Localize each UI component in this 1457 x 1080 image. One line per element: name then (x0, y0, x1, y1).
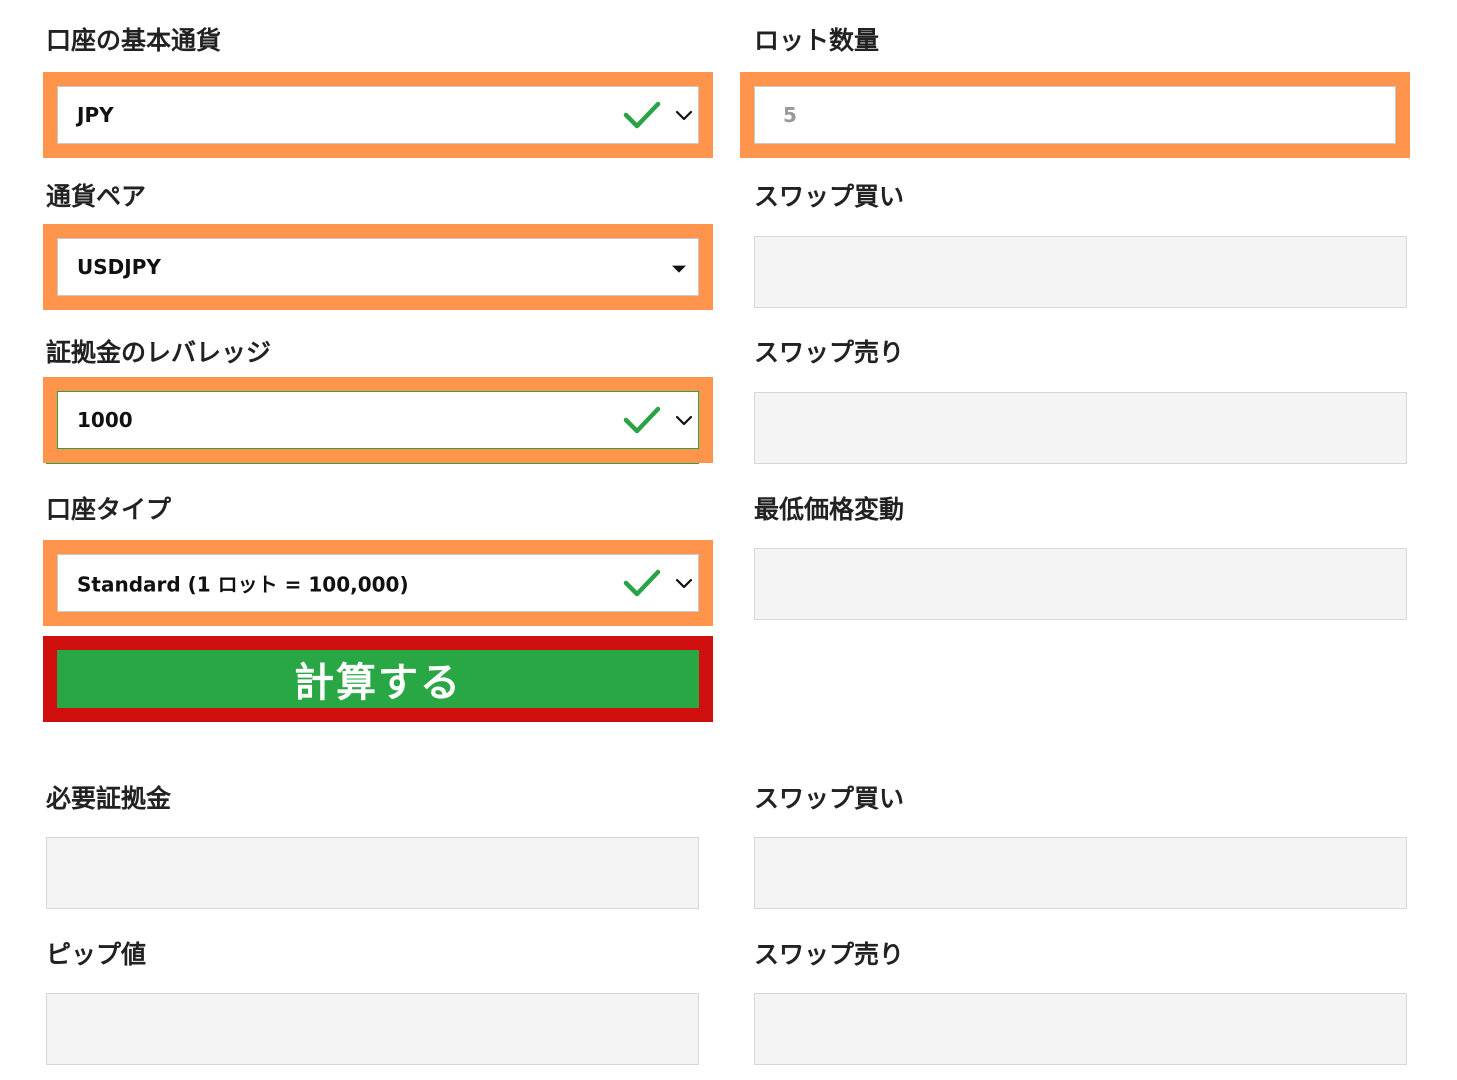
min-price-change-label: 最低価格変動 (754, 495, 905, 524)
check-icon (623, 101, 661, 129)
account-type-value: Standard (1 ロット = 100,000) (77, 572, 409, 597)
leverage-select[interactable]: 1000 (57, 391, 699, 449)
calculate-button[interactable]: 計算する (57, 650, 699, 708)
leverage-value: 1000 (77, 408, 133, 432)
chevron-down-icon[interactable] (675, 414, 693, 426)
swap-buy-label: スワップ買い (754, 182, 905, 211)
pip-value-label: ピップ値 (46, 940, 147, 969)
margin-calculator: 口座の基本通貨 JPY 通貨ペア USDJPY 証拠金のレバレッジ 1000 口… (0, 0, 1457, 1080)
swap-sell-label: スワップ売り (754, 338, 905, 367)
caret-down-icon[interactable] (672, 265, 686, 273)
chevron-down-icon[interactable] (675, 109, 693, 121)
check-icon (623, 569, 661, 597)
check-icon (623, 406, 661, 434)
result-swap-buy-field (754, 837, 1407, 909)
account-currency-value: JPY (77, 103, 114, 127)
account-type-label: 口座タイプ (46, 495, 172, 524)
leverage-label: 証拠金のレバレッジ (46, 338, 272, 367)
swap-buy-field (754, 236, 1407, 308)
pip-value-field (46, 993, 699, 1065)
account-currency-label: 口座の基本通貨 (46, 26, 222, 55)
chevron-down-icon[interactable] (675, 577, 693, 589)
swap-sell-field (754, 392, 1407, 464)
lot-size-input[interactable]: 5 (754, 86, 1396, 144)
currency-pair-select[interactable]: USDJPY (57, 238, 699, 296)
currency-pair-label: 通貨ペア (46, 182, 147, 211)
required-margin-label: 必要証拠金 (46, 784, 172, 813)
result-swap-sell-field (754, 993, 1407, 1065)
account-currency-select[interactable]: JPY (57, 86, 699, 144)
lot-size-placeholder: 5 (783, 103, 797, 127)
result-swap-sell-label: スワップ売り (754, 940, 905, 969)
min-price-change-field (754, 548, 1407, 620)
lot-size-label: ロット数量 (754, 26, 880, 55)
account-type-select[interactable]: Standard (1 ロット = 100,000) (57, 554, 699, 612)
result-swap-buy-label: スワップ買い (754, 784, 905, 813)
required-margin-field (46, 837, 699, 909)
currency-pair-value: USDJPY (77, 255, 161, 279)
